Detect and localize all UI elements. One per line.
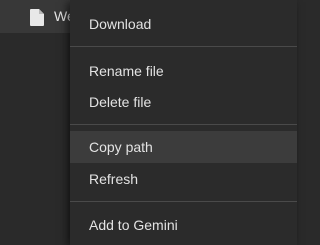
- menu-item-download[interactable]: Download: [70, 8, 297, 40]
- context-menu: Download Rename file Delete file Copy pa…: [70, 0, 297, 245]
- menu-separator: [70, 201, 297, 202]
- file-icon: [30, 9, 44, 26]
- menu-item-delete-file[interactable]: Delete file: [70, 86, 297, 118]
- menu-item-rename-file[interactable]: Rename file: [70, 55, 297, 87]
- menu-item-add-to-gemini[interactable]: Add to Gemini: [70, 209, 297, 241]
- menu-item-copy-path[interactable]: Copy path: [70, 131, 297, 163]
- menu-separator: [70, 124, 297, 125]
- menu-item-refresh[interactable]: Refresh: [70, 163, 297, 195]
- menu-separator: [70, 46, 297, 47]
